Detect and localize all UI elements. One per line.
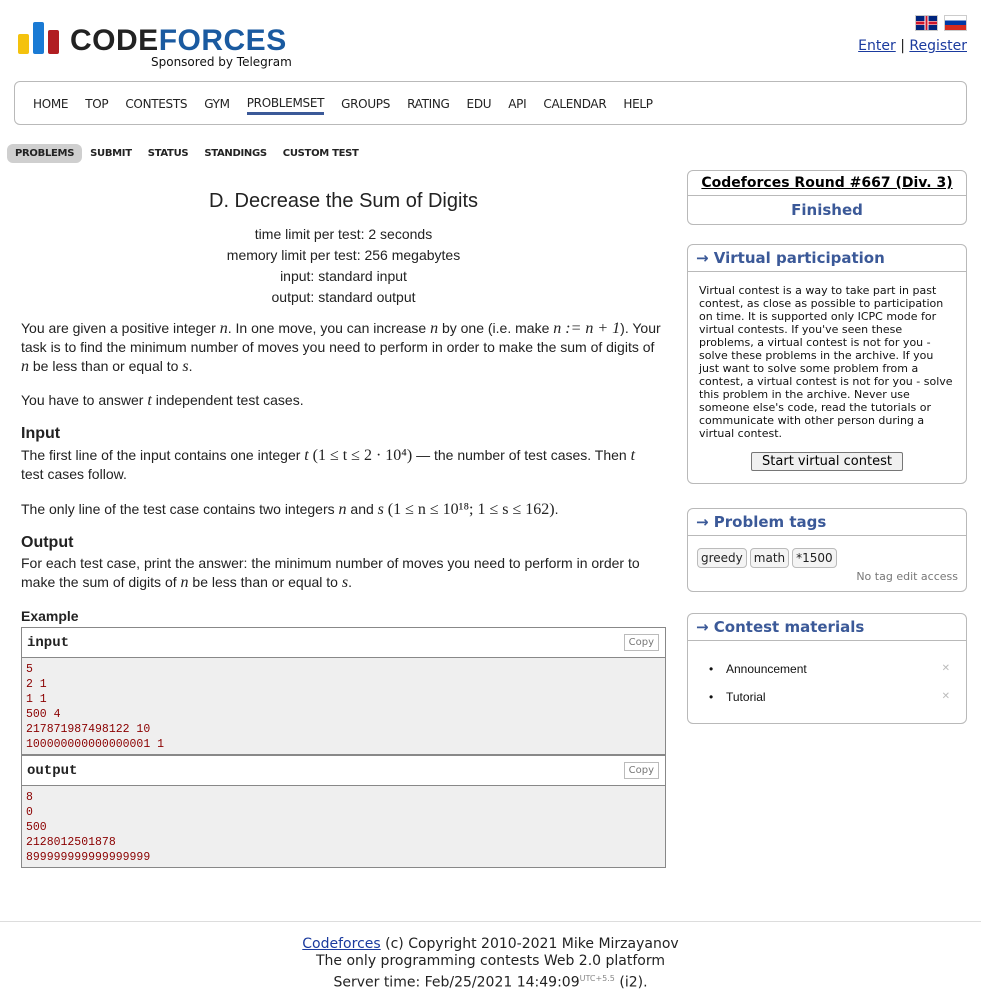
contest-materials-title: → Contest materials	[688, 614, 966, 641]
time-limit: time limit per test: 2 seconds	[254, 226, 433, 242]
menu-item-edu[interactable]: EDU	[467, 93, 492, 113]
logo-wordmark: Codeforces	[70, 26, 287, 56]
submenu-item-custom-test[interactable]: CUSTOM TEST	[275, 144, 367, 163]
tag-chip[interactable]: greedy	[697, 548, 747, 568]
footer-divider	[0, 921, 981, 922]
menu-item-top[interactable]: TOP	[85, 93, 108, 113]
close-icon[interactable]: ✕	[942, 683, 950, 711]
register-link[interactable]: Register	[909, 38, 967, 54]
virtual-participation-text: Virtual contest is a way to take part in…	[699, 284, 953, 440]
contest-status: Finished	[791, 201, 863, 219]
sample-output-text: 8 0 500 2128012501878 899999999999999999	[26, 791, 151, 864]
menu-item-gym[interactable]: GYM	[204, 93, 230, 113]
virtual-participation-title: → Virtual participation	[688, 245, 966, 272]
menu-item-contests[interactable]: CONTESTS	[125, 93, 187, 113]
legend-paragraph: You are given a positive integer n. In o…	[21, 320, 661, 375]
menu-item-problemset[interactable]: PROBLEMSET	[246, 92, 324, 115]
example-title: Example	[21, 608, 79, 624]
footer: Codeforces (c) Copyright 2010-2021 Mike …	[0, 936, 981, 992]
problem-limits: time limit per test: 2 seconds memory li…	[21, 224, 666, 308]
auth-separator: |	[900, 38, 905, 54]
menu-item-api[interactable]: API	[508, 93, 526, 113]
copy-input-button[interactable]: Copy	[623, 634, 659, 651]
footer-platform: The only programming contests Web 2.0 pl…	[316, 953, 665, 969]
start-virtual-contest-button[interactable]: Start virtual contest	[751, 452, 903, 471]
tag-edit-note: No tag edit access	[856, 570, 958, 583]
material-item: • Tutorial ✕	[688, 683, 966, 711]
material-link[interactable]: Tutorial	[726, 690, 766, 704]
menu-item-groups[interactable]: GROUPS	[341, 93, 390, 113]
materials-list: • Announcement ✕ • Tutorial ✕	[688, 641, 966, 723]
input-paragraph-1: The first line of the input contains one…	[21, 447, 636, 482]
sample-input: input Copy 5 2 1 1 1 500 4 2178719874981…	[21, 627, 666, 755]
submenu-item-submit[interactable]: SUBMIT	[82, 144, 140, 163]
memory-limit: memory limit per test: 256 megabytes	[226, 247, 461, 263]
material-item: • Announcement ✕	[688, 655, 966, 683]
russian-flag-icon[interactable]	[944, 15, 967, 31]
submenu-item-status[interactable]: STATUS	[140, 144, 197, 163]
codeforces-logo[interactable]: Codeforces Sponsored by Telegram	[18, 22, 308, 72]
server-time: Server time: Feb/25/2021 14:49:09	[333, 974, 580, 991]
sample-output: output Copy 8 0 500 2128012501878 899999…	[21, 755, 666, 868]
output-spec: output: standard output	[271, 289, 416, 305]
auth-links: Enter | Register	[858, 38, 967, 54]
server-timezone: UTC+5.5	[579, 974, 615, 983]
problem-tags-box: → Problem tags greedy math *1500 No tag ed…	[687, 508, 967, 592]
submenu-item-problems[interactable]: PROBLEMS	[7, 144, 83, 163]
problem-title: D. Decrease the Sum of Digits	[209, 190, 478, 212]
contest-materials-box: → Contest materials • Announcement ✕ • Tutor…	[687, 613, 967, 724]
bullet-icon: •	[709, 662, 714, 676]
bullet-icon: •	[709, 690, 714, 704]
tag-list: greedy math *1500	[688, 536, 966, 568]
menu-item-home[interactable]: HOME	[33, 93, 69, 113]
server-suffix: (i2).	[614, 974, 648, 991]
footer-codeforces-link[interactable]: Codeforces	[302, 936, 380, 952]
problem-tags-title: → Problem tags	[688, 509, 966, 536]
sample-input-text: 5 2 1 1 1 500 4 217871987498122 10 10000…	[26, 663, 165, 751]
logo-text-code: Code	[70, 24, 159, 57]
test-count-paragraph: You have to answer t independent test ca…	[21, 392, 304, 409]
output-paragraph: For each test case, print the answer: th…	[21, 555, 640, 591]
submenu-item-standings[interactable]: STANDINGS	[196, 144, 274, 163]
close-icon[interactable]: ✕	[942, 655, 950, 683]
material-link[interactable]: Announcement	[726, 662, 807, 676]
input-paragraph-2: The only line of the test case contains …	[21, 501, 559, 518]
menu-item-rating[interactable]: RATING	[407, 93, 450, 113]
menu-item-help[interactable]: HELP	[623, 93, 653, 113]
logo-text-forces: forces	[158, 24, 287, 57]
virtual-participation-box: → Virtual participation Virtual contest …	[687, 244, 967, 484]
footer-copyright: (c) Copyright 2010-2021 Mike Mirzayanov	[380, 936, 679, 952]
copy-output-button[interactable]: Copy	[623, 762, 659, 779]
menu-item-calendar[interactable]: CALENDAR	[543, 93, 606, 113]
main-menu: HOME TOP CONTESTS GYM PROBLEMSET GROUPS RATING…	[14, 81, 967, 125]
problemset-submenu: PROBLEMS SUBMIT STATUS STANDINGS CUSTOM TEST	[7, 144, 367, 163]
output-section-title: Output	[21, 534, 74, 551]
contest-box: Codeforces Round #667 (Div. 3) Finished	[687, 170, 967, 225]
input-section-title: Input	[21, 425, 61, 442]
contest-name-link[interactable]: Codeforces Round #667 (Div. 3)	[688, 171, 966, 196]
sample-output-label: output	[27, 763, 78, 779]
tag-chip[interactable]: math	[749, 548, 790, 568]
enter-link[interactable]: Enter	[858, 38, 896, 54]
input-spec: input: standard input	[280, 268, 407, 284]
tag-chip[interactable]: *1500	[792, 548, 837, 568]
logo-bars-icon	[18, 22, 62, 54]
english-flag-icon[interactable]	[915, 15, 938, 31]
sponsor-text: Sponsored by Telegram	[151, 55, 292, 69]
language-switcher	[915, 15, 967, 31]
sample-input-label: input	[27, 635, 70, 651]
